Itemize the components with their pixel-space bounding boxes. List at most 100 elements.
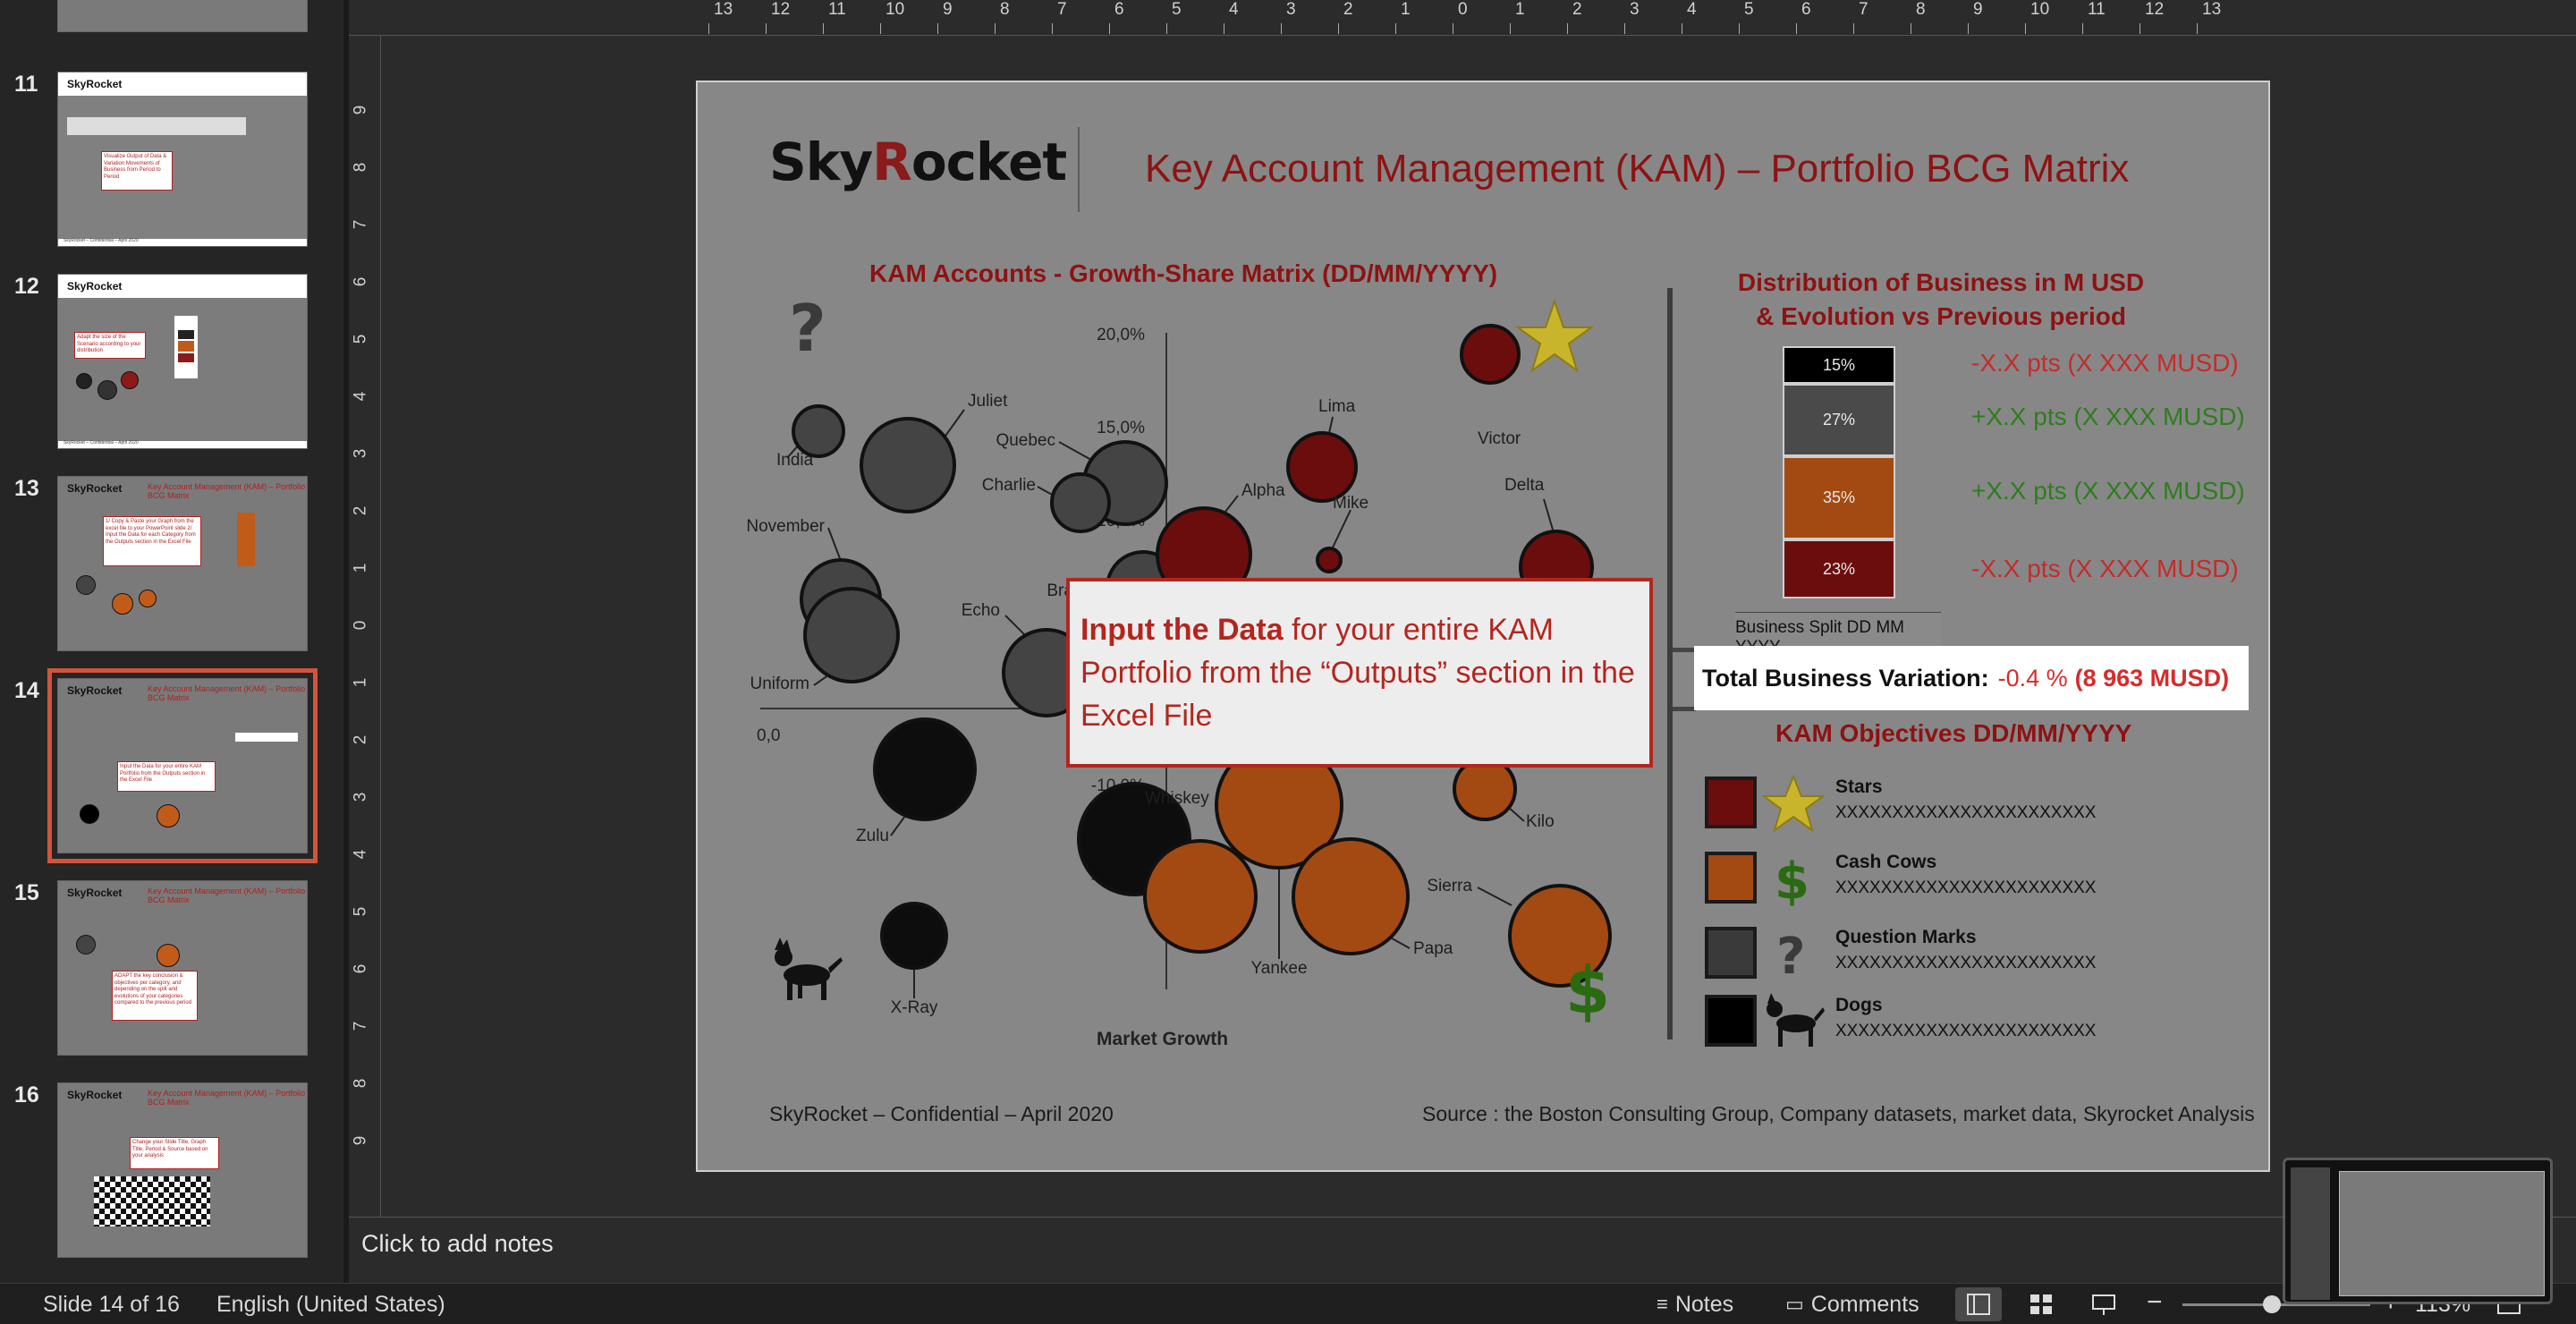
zoom-out-icon[interactable]: − [2147,1287,2163,1318]
comment-icon: ▭ [1785,1293,1804,1315]
ruler-tick-label: 12 [2145,0,2165,19]
bubble-label: Zulu [856,827,889,845]
bubble-label: Juliet [968,392,1008,411]
slide-thumbnail[interactable]: SkyRocket Key Account Management (KAM) –… [57,1082,308,1258]
ruler-tick [1166,23,1167,34]
bubble-label: Mike [1333,494,1368,513]
horizontal-ruler: 13 12 11 10 9 8 7 6 5 4 3 2 1 0 1 2 3 4 5 6 7 8 9 10 11 12 13 [349,0,2576,36]
thumbnail-row-10[interactable] [0,0,343,45]
notes-placeholder[interactable]: Click to add notes [361,1230,554,1258]
ruler-tick-label: 9 [351,105,370,115]
dog-icon [1762,993,1825,1050]
ruler-tick-label: 1 [351,563,370,573]
slide-sorter-button[interactable] [2018,1287,2064,1321]
ruler-tick [2197,23,2198,34]
normal-view-button[interactable] [1955,1287,2002,1321]
total-business-variation: Total Business Variation: -0.4 % (8 963 … [1694,646,2249,710]
slide-thumbnail[interactable]: SkyRocket Visualize Output of Data & Var… [57,72,308,247]
bubble [1286,431,1358,503]
notes-button[interactable]: ≡ Notes [1657,1289,1733,1320]
slide-thumbnail[interactable]: SkyRocket Key Account Management (KAM) –… [57,880,308,1056]
ruler-tick [1338,23,1339,34]
ruler-tick-label: 7 [1859,0,1868,19]
leader-line [1507,806,1525,822]
question-mark-icon: ? [789,291,826,366]
objective-swatch [1705,995,1757,1047]
ruler-tick-label: 8 [351,162,370,173]
callout-bold: Input the Data [1080,613,1284,647]
thumbnail-number: 16 [14,1082,39,1108]
notes-label: Notes [1674,1291,1734,1317]
ruler-tick [1395,23,1396,34]
thumbnail-row-11[interactable]: 11 SkyRocket Visualize Output of Data & … [0,72,343,259]
grid-icon [2030,1294,2052,1314]
dollar-icon: $ [1762,850,1825,911]
thumbnail-callout: Adapt the size of the Scenario according… [74,332,146,359]
ruler-tick-label: 7 [351,1021,370,1031]
ruler-tick-label: 10 [2030,0,2050,19]
y-tick-label: 20,0% [1097,326,1145,344]
thumbnail-number: 11 [14,72,38,97]
ruler-tick-label: 5 [1172,0,1182,19]
ruler-tick-label: 11 [2088,0,2106,19]
thumbnail-logo: SkyRocket [67,1089,123,1101]
ruler-tick-label: 13 [714,0,733,19]
slide-canvas[interactable]: SkyRocket Key Account Management (KAM) –… [696,81,2270,1172]
thumbnail-title: Key Account Management (KAM) – Portfolio… [148,887,306,904]
ruler-tick-label: 8 [1916,0,1926,19]
ruler-tick [1968,23,1969,34]
instruction-callout[interactable]: Input the Data for your entire KAM Portf… [1066,578,1653,768]
notes-pane[interactable]: Click to add notes [349,1217,2576,1283]
footer-confidential: SkyRocket – Confidential – April 2020 [769,1102,1114,1125]
ruler-tick [1109,23,1110,34]
slide-thumbnail-panel[interactable]: 11 SkyRocket Visualize Output of Data & … [0,0,343,1283]
bubble-label: November [746,517,825,536]
objective-row: Stars XXXXXXXXXXXXXXXXXXXXXXX [1705,774,2241,839]
thumbnail-row-12[interactable]: 12 SkyRocket Adapt the size of the Scena… [0,274,343,462]
leader-line [1037,486,1055,496]
ruler-tick [1739,23,1740,34]
slide-thumbnail-active[interactable]: SkyRocket Key Account Management (KAM) –… [47,668,318,863]
slide-thumbnail[interactable]: SkyRocket Adapt the size of the Scenario… [57,274,308,449]
objectives-title: KAM Objectives DD/MM/YYYY [1775,719,2132,747]
thumbnail-logo: SkyRocket [67,887,123,899]
x-axis-label: Market Growth [1097,1029,1228,1049]
origin-label: 0,0 [757,726,780,745]
ruler-tick-label: 5 [351,906,370,917]
ruler-tick [1567,23,1568,34]
window-preview-thumbnail[interactable] [2283,1158,2553,1304]
thumbnail-row-14[interactable]: 14 SkyRocket Key Account Management (KAM… [0,668,343,866]
bubble [880,902,948,970]
bubble-label: Charlie [982,476,1036,495]
ruler-tick-label: 1 [1515,0,1525,19]
thumbnail-row-16[interactable]: 16 SkyRocket Key Account Management (KAM… [0,1082,343,1270]
thumbnail-row-15[interactable]: 15 SkyRocket Key Account Management (KAM… [0,880,343,1068]
notes-icon: ≡ [1657,1293,1668,1315]
zoom-slider-handle[interactable] [2263,1295,2281,1313]
svg-text:$: $ [1775,853,1809,907]
objective-description: XXXXXXXXXXXXXXXXXXXXXXX [1835,803,2097,822]
star-icon [1514,298,1595,373]
ruler-tick [1853,23,1854,34]
bubble-label: Papa [1413,939,1453,958]
objective-swatch [1705,852,1757,904]
ruler-tick [995,23,996,34]
segment-variation-note: +X.X pts (X XXX MUSD) [1971,477,2245,505]
ruler-tick-label: 2 [1343,0,1353,19]
objective-row: ? Question Marks XXXXXXXXXXXXXXXXXXXXXXX [1705,927,2241,989]
thumbnail-row-13[interactable]: 13 SkyRocket Key Account Management (KAM… [0,476,343,664]
objective-swatch [1705,777,1757,828]
slide-thumbnail[interactable] [57,0,308,32]
language-indicator[interactable]: English (United States) [216,1292,445,1318]
presenter-view-button[interactable] [2080,1287,2127,1321]
distribution-title: Distribution of Business in M USD & Evol… [1737,268,2145,330]
slide-thumbnail[interactable]: SkyRocket Key Account Management (KAM) –… [57,476,308,651]
comments-button[interactable]: ▭ Comments [1785,1289,1919,1320]
presenter-icon [2092,1294,2115,1315]
ruler-tick-label: 2 [351,734,370,745]
ruler-tick-label: 8 [1000,0,1010,19]
ruler-tick-label: 13 [2202,0,2222,19]
ruler-tick-label: 7 [1057,0,1067,19]
ruler-tick-label: 11 [828,0,846,19]
ruler-tick-label: 3 [1630,0,1640,19]
